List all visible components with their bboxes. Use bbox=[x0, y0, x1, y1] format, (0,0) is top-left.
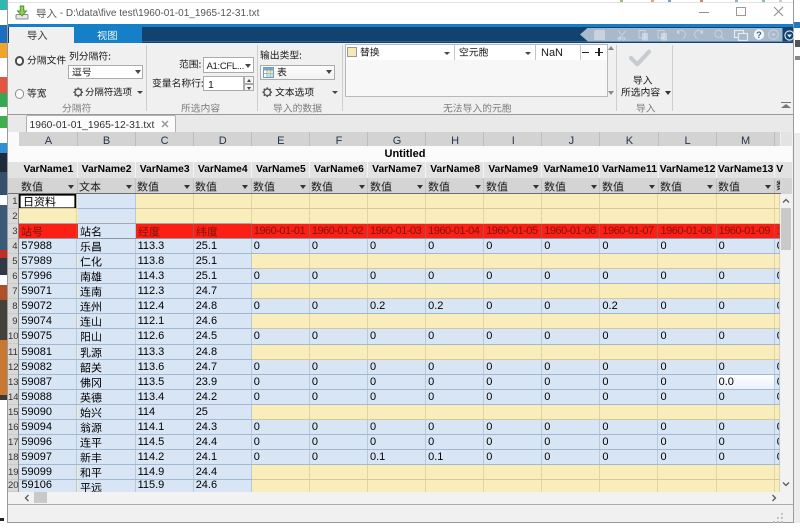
svg-text:?: ? bbox=[756, 30, 762, 40]
